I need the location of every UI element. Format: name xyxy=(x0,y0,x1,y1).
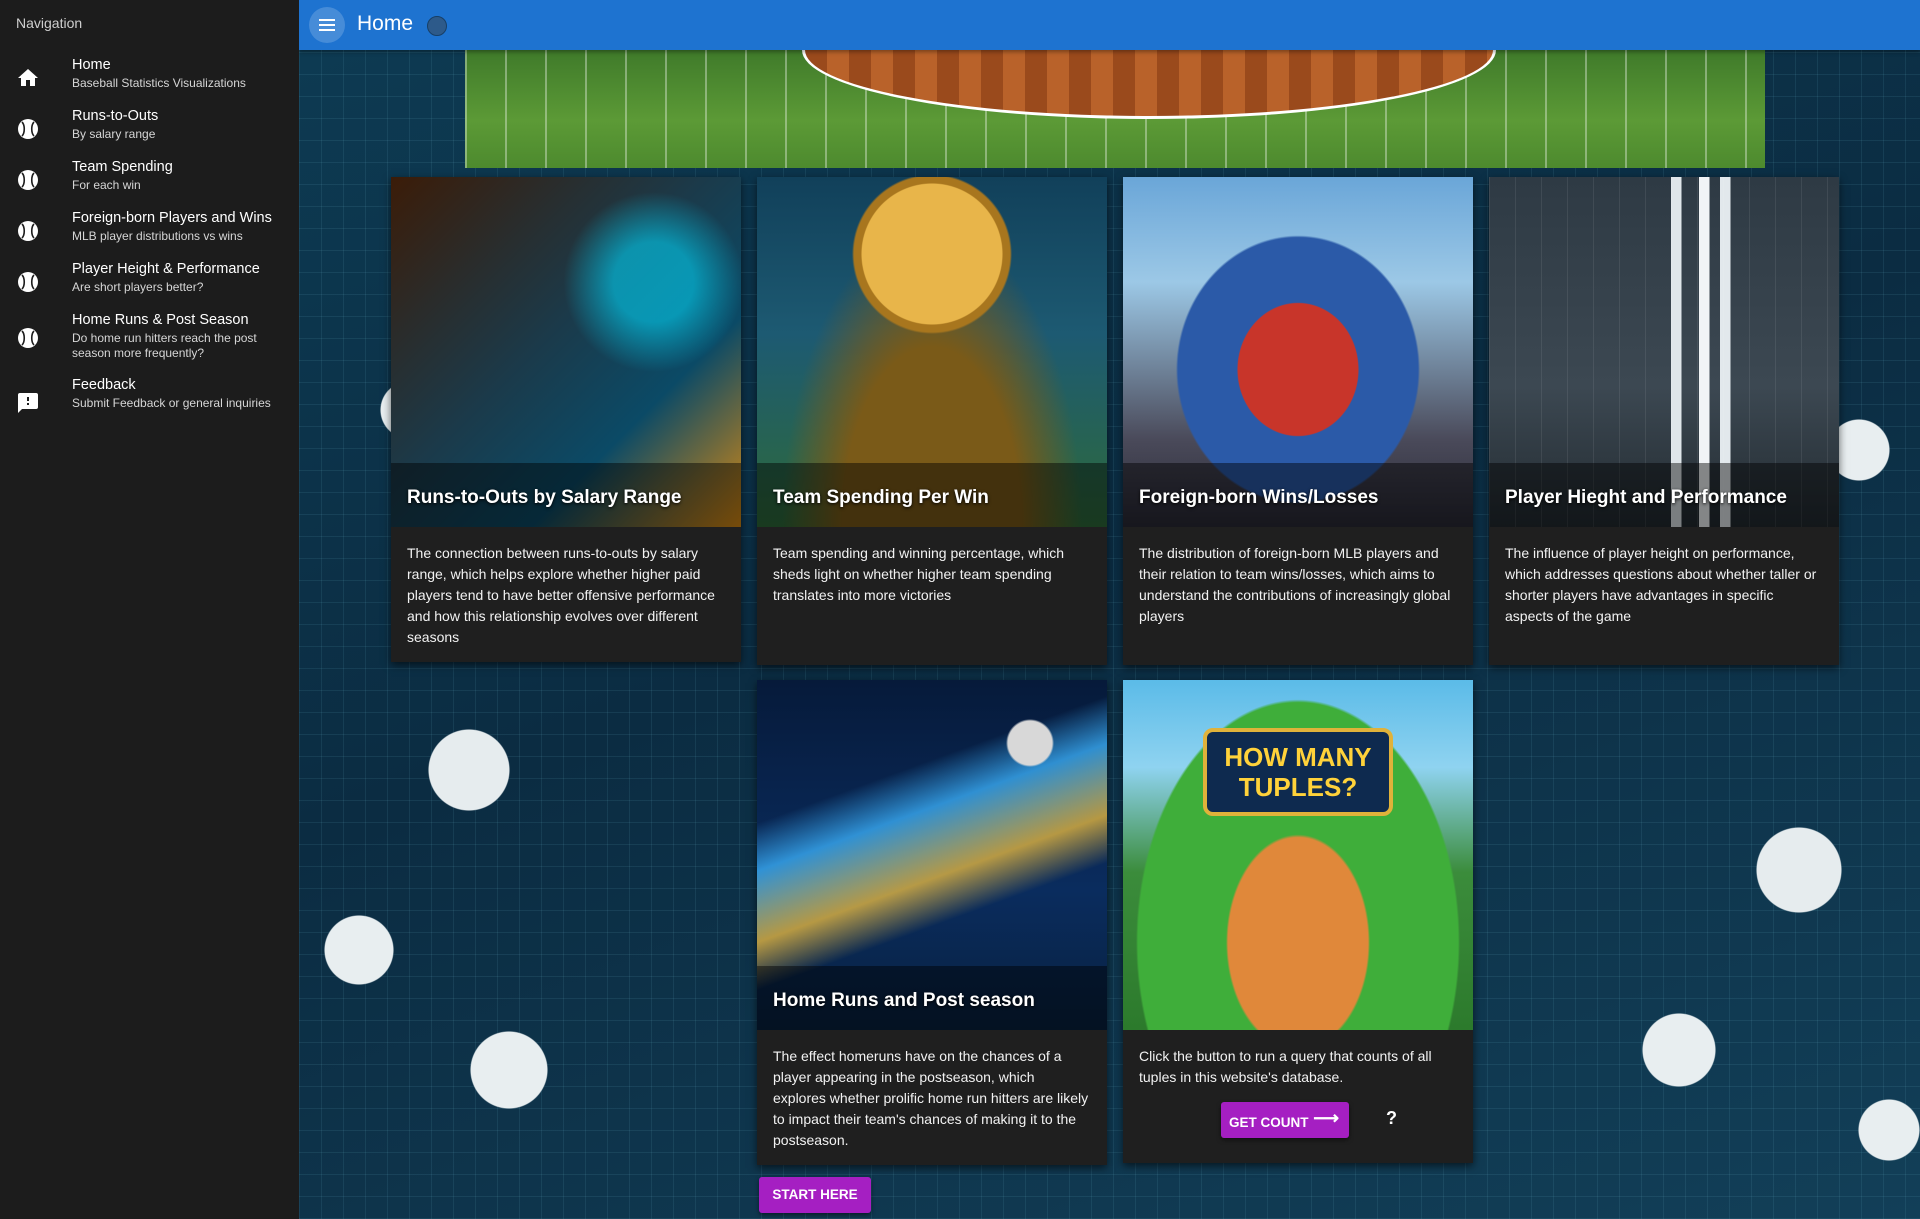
start-here-button[interactable]: START HERE xyxy=(759,1177,871,1213)
card-team-spending[interactable]: Team Spending Per Win Team spending and … xyxy=(757,177,1107,665)
navigation-title: Navigation xyxy=(16,15,83,31)
nav-item-label: Runs-to-Outs xyxy=(72,108,159,124)
card-title: Foreign-born Wins/Losses xyxy=(1139,487,1379,508)
get-count-button[interactable]: GET COUNT ⟶ xyxy=(1221,1102,1349,1138)
card-image: Player Hieght and Performance xyxy=(1489,177,1839,527)
navigation-drawer: Navigation Home Baseball Statistics Visu… xyxy=(0,0,299,1219)
nav-item-subtitle: Submit Feedback or general inquiries xyxy=(72,396,271,410)
nav-item-team-spending[interactable]: Team Spending For each win xyxy=(0,156,299,206)
card-image: Runs-to-Outs by Salary Range xyxy=(391,177,741,527)
card-player-height[interactable]: Player Hieght and Performance The influe… xyxy=(1489,177,1839,665)
menu-icon-line xyxy=(319,29,335,31)
card-description-text: Click the button to run a query that cou… xyxy=(1139,1048,1432,1085)
baseball-icon xyxy=(18,119,38,139)
nav-item-label: Home Runs & Post Season xyxy=(72,312,249,328)
card-home-runs[interactable]: Home Runs and Post season The effect hom… xyxy=(757,680,1107,1165)
nav-item-subtitle: By salary range xyxy=(72,127,156,141)
page-title: Home xyxy=(357,12,414,35)
nav-item-foreign-born[interactable]: Foreign-born Players and Wins MLB player… xyxy=(0,207,299,257)
baseball-field-banner xyxy=(465,50,1765,168)
card-tuple-count: HOW MANY TUPLES? Click the button to run… xyxy=(1123,680,1473,1163)
baseball-icon xyxy=(18,221,38,241)
baseball-icon xyxy=(18,272,38,292)
pitchers-mound xyxy=(802,50,1496,119)
menu-icon-line xyxy=(319,19,335,21)
feedback-icon xyxy=(18,393,38,413)
card-image: Home Runs and Post season xyxy=(757,680,1107,1030)
nav-item-subtitle: For each win xyxy=(72,178,141,192)
menu-icon-line xyxy=(319,24,335,26)
nav-item-subtitle: Baseball Statistics Visualizations xyxy=(72,76,246,90)
loading-indicator xyxy=(427,16,447,36)
nav-item-player-height[interactable]: Player Height & Performance Are short pl… xyxy=(0,258,299,308)
nav-item-label: Team Spending xyxy=(72,159,173,175)
count-row: GET COUNT ⟶ ? xyxy=(1139,1102,1457,1146)
nav-item-label: Home xyxy=(72,57,111,73)
card-description: The distribution of foreign-born MLB pla… xyxy=(1139,545,1451,624)
nav-item-label: Feedback xyxy=(72,377,136,393)
card-title: Player Hieght and Performance xyxy=(1505,487,1787,508)
card-description: Click the button to run a query that cou… xyxy=(1123,1030,1473,1160)
nav-item-subtitle: Do home run hitters reach the post seaso… xyxy=(72,331,257,360)
get-count-label: GET COUNT xyxy=(1229,1115,1309,1130)
how-many-tuples-sign: HOW MANY TUPLES? xyxy=(1203,728,1393,816)
card-image: Team Spending Per Win xyxy=(757,177,1107,527)
card-foreign-born[interactable]: Foreign-born Wins/Losses The distributio… xyxy=(1123,177,1473,665)
baseball-icon xyxy=(18,328,38,348)
nav-item-label: Player Height & Performance xyxy=(72,261,260,277)
card-title: Runs-to-Outs by Salary Range xyxy=(407,487,682,508)
main-content: Runs-to-Outs by Salary Range The connect… xyxy=(299,50,1920,1219)
nav-item-feedback[interactable]: Feedback Submit Feedback or general inqu… xyxy=(0,374,299,436)
card-description: The influence of player height on perfor… xyxy=(1505,545,1817,624)
nav-item-home-runs[interactable]: Home Runs & Post Season Do home run hitt… xyxy=(0,309,299,371)
card-description: The connection between runs-to-outs by s… xyxy=(407,545,715,645)
nav-item-subtitle: Are short players better? xyxy=(72,280,204,294)
card-description: Team spending and winning percentage, wh… xyxy=(773,545,1065,603)
card-description: The effect homeruns have on the chances … xyxy=(773,1048,1089,1148)
card-runs-to-outs[interactable]: Runs-to-Outs by Salary Range The connect… xyxy=(391,177,741,662)
baseball-icon xyxy=(18,170,38,190)
nav-item-label: Foreign-born Players and Wins xyxy=(72,210,272,226)
arrow-right-icon: ⟶ xyxy=(1313,1108,1339,1128)
nav-item-subtitle: MLB player distributions vs wins xyxy=(72,229,243,243)
card-title: Team Spending Per Win xyxy=(773,487,989,508)
app-bar: Home xyxy=(299,0,1920,50)
count-result: ? xyxy=(1386,1108,1397,1128)
card-image: HOW MANY TUPLES? xyxy=(1123,680,1473,1030)
nav-item-home[interactable]: Home Baseball Statistics Visualizations xyxy=(0,54,299,104)
card-image: Foreign-born Wins/Losses xyxy=(1123,177,1473,527)
home-icon xyxy=(18,69,38,86)
menu-button[interactable] xyxy=(309,7,345,43)
nav-item-runs-to-outs[interactable]: Runs-to-Outs By salary range xyxy=(0,105,299,155)
card-title: Home Runs and Post season xyxy=(773,990,1035,1011)
